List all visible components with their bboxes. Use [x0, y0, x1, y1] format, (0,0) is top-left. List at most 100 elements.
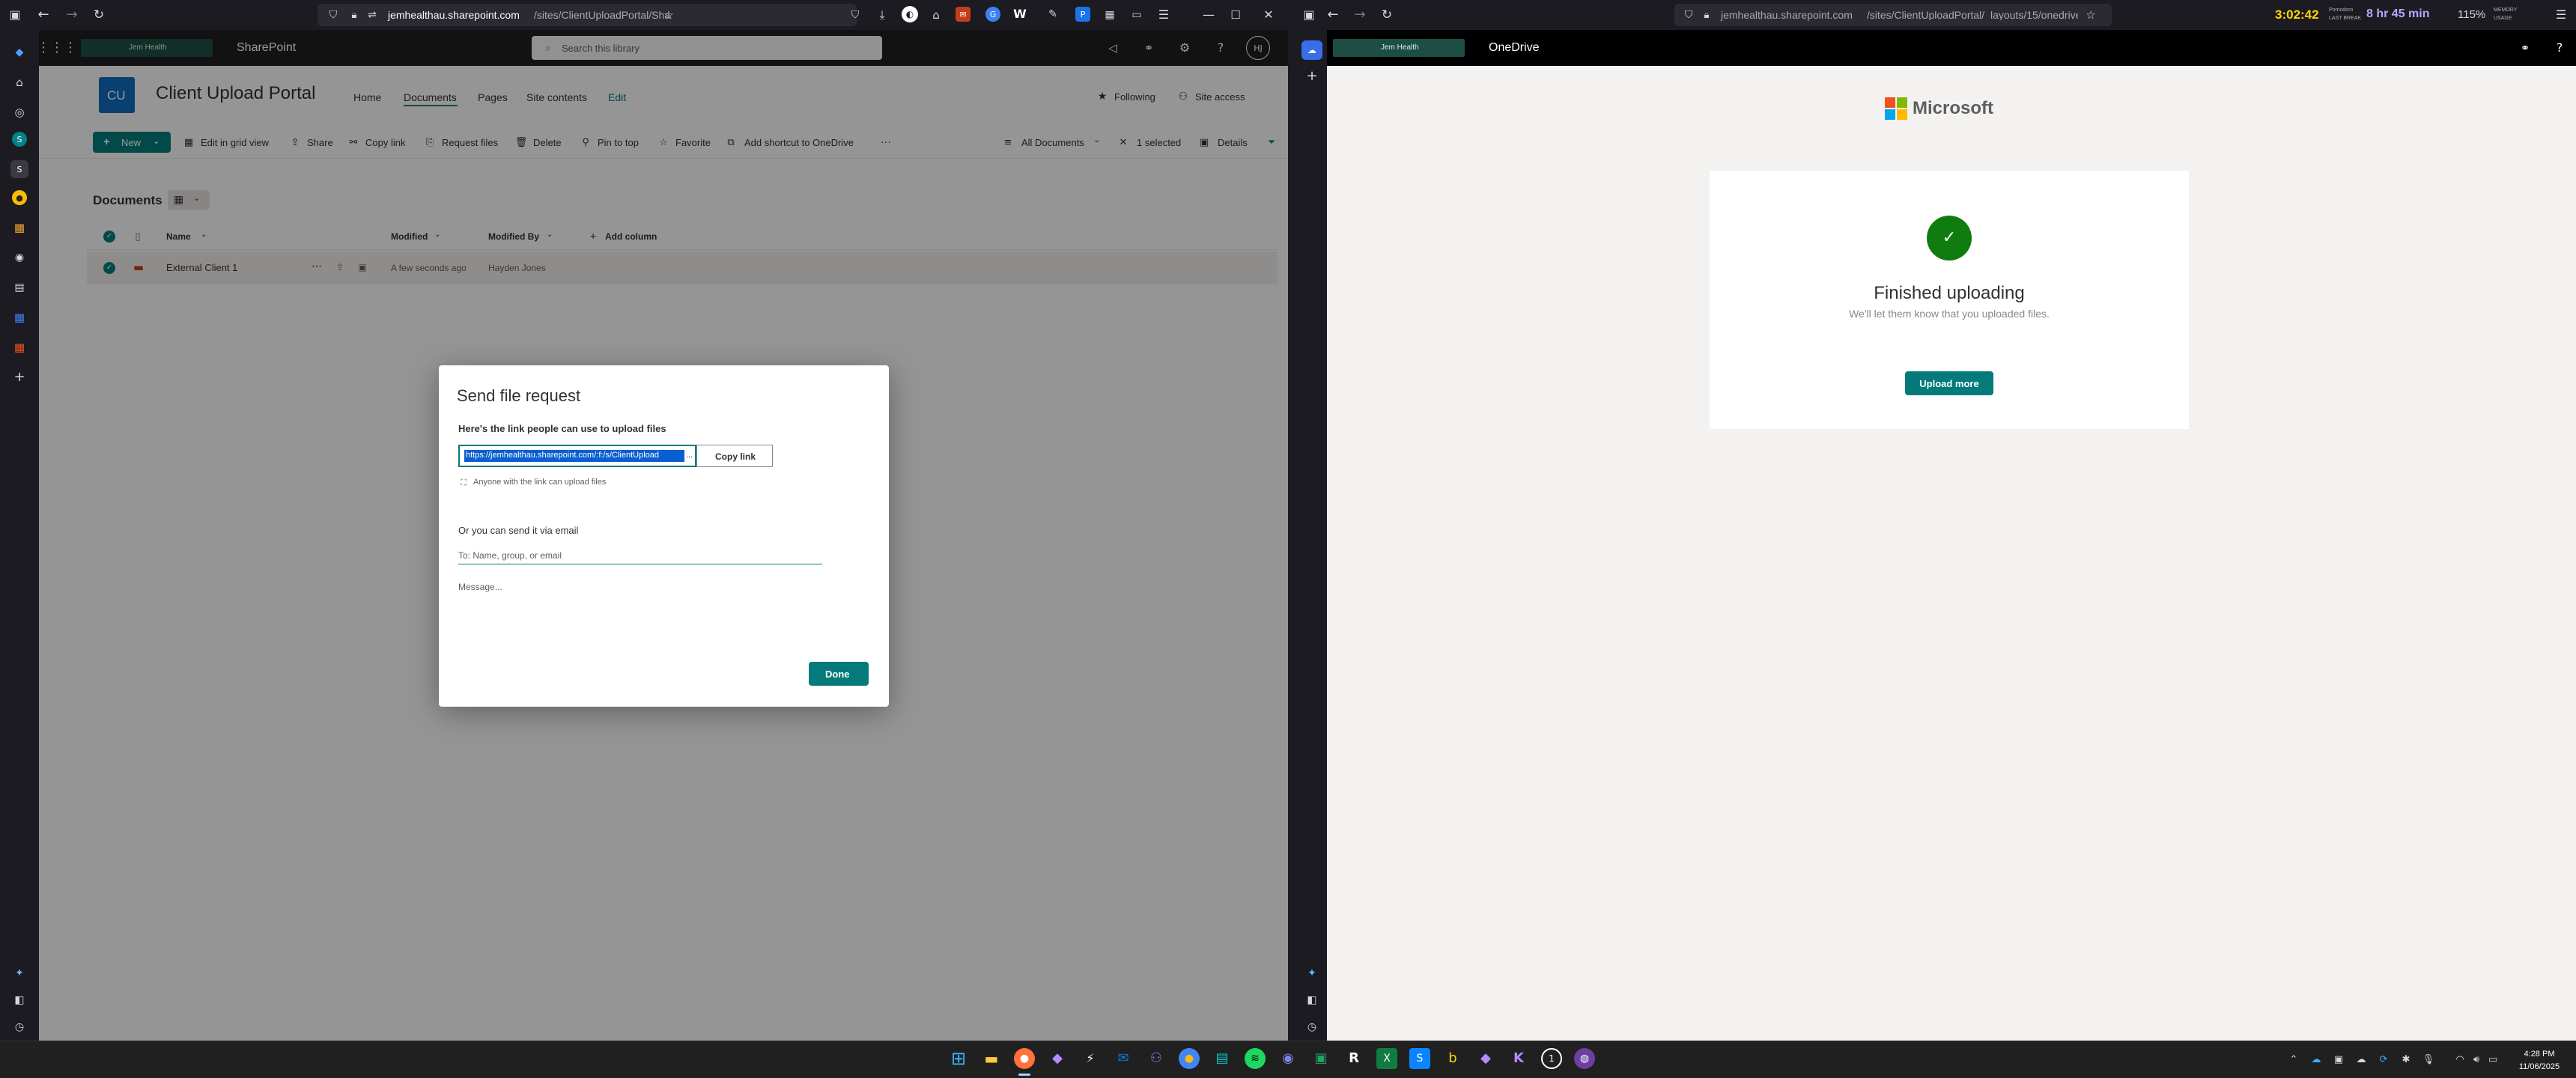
right-back-icon[interactable]: ← [1325, 7, 1340, 22]
maximize-icon[interactable]: ☐ [1228, 7, 1243, 22]
notes-extension-icon[interactable]: ✎ [1045, 7, 1060, 22]
extension-badge-icon[interactable]: ✉ [956, 7, 970, 22]
right-reload-icon[interactable]: ↻ [1379, 7, 1394, 22]
onedrive-help-icon[interactable]: ? [2552, 40, 2567, 55]
right-browser-sidebar: ☁ + ✦ ◧ ◷ ⚙ [1297, 30, 1327, 1059]
messenger-icon[interactable]: ◉ [1278, 1048, 1298, 1069]
right-sidebar-onedrive-icon[interactable]: ☁ [1301, 40, 1322, 60]
right-sidebar-toggle-icon[interactable]: ▣ [1301, 7, 1316, 22]
right-app-menu-icon[interactable]: ☰ [2554, 7, 2569, 22]
address-bar[interactable]: ⛉ 🔒︎ ⇌ jemhealthau.sharepoint.com /sites… [318, 4, 857, 26]
edge-dev-icon[interactable]: ◆ [1047, 1048, 1068, 1069]
link-value: https://jemhealthau.sharepoint.com/:f:/s… [466, 451, 660, 460]
tray-cloud-icon[interactable]: ☁ [2354, 1053, 2368, 1066]
sidebar-microsoft-icon[interactable]: ▦ [12, 340, 27, 355]
chrome-icon[interactable]: ● [1179, 1048, 1200, 1069]
onepassword-icon[interactable]: 1 [1541, 1048, 1562, 1069]
tray-battery-icon[interactable]: ▭ [2486, 1053, 2500, 1066]
upload-more-button[interactable]: Upload more [1905, 371, 1993, 395]
message-field[interactable]: Message... [458, 576, 822, 644]
app-menu-icon[interactable]: ☰ [1156, 7, 1171, 22]
link-field[interactable]: https://jemhealthau.sharepoint.com/:f:/s… [458, 445, 696, 467]
r-app-icon[interactable]: R [1343, 1048, 1364, 1069]
right-sidebar-history-icon[interactable]: ◧ [1304, 993, 1319, 1008]
tray-sync-icon[interactable]: ⟳ [2377, 1053, 2390, 1066]
sidebar-globe-icon[interactable]: ◎ [12, 105, 27, 120]
obs-icon[interactable]: ◍ [1574, 1048, 1595, 1069]
bookmark-star-icon[interactable]: ☆ [662, 8, 675, 22]
firefox-icon[interactable]: ● [1014, 1048, 1035, 1069]
taskbar-time[interactable]: 4:28 PM [2516, 1050, 2563, 1059]
sidebar-toggle-icon[interactable]: ▣ [7, 7, 22, 22]
right-address-bar[interactable]: ⛉ 🔒︎ jemhealthau.sharepoint.com /sites/C… [1674, 4, 2112, 26]
right-sidebar-ai-icon[interactable]: ✦ [1304, 966, 1319, 981]
tray-bluetooth-icon[interactable]: ✱ [2399, 1053, 2413, 1066]
zoom-level[interactable]: 115% [2458, 9, 2485, 20]
onedrive-app-name[interactable]: OneDrive [1489, 42, 1540, 54]
sidebar-sharepoint-icon[interactable]: S [12, 132, 27, 147]
downloads-icon[interactable]: ⤓ [875, 7, 890, 22]
terminal-icon[interactable]: ⚡ [1080, 1048, 1101, 1069]
onedrive-org-logo[interactable]: Jem Health [1333, 39, 1465, 57]
right-forward-icon[interactable]: → [1352, 7, 1367, 22]
copilot-app-icon[interactable]: ◆ [1475, 1048, 1496, 1069]
calendar-icon[interactable]: ▦ [1102, 7, 1117, 22]
sidebar-home-icon[interactable]: ⌂ [12, 75, 27, 90]
misc-label-1: MEMORY [2494, 7, 2518, 13]
window-icon[interactable]: ▭ [1129, 7, 1144, 22]
pocket-icon[interactable]: ⛉ [848, 7, 863, 22]
tray-app-icon[interactable]: ▣ [2332, 1053, 2345, 1066]
sidebar-clock-icon[interactable]: ◷ [12, 1020, 27, 1035]
reload-icon[interactable]: ↻ [91, 7, 106, 22]
teams-icon[interactable]: ⚇ [1146, 1048, 1167, 1069]
tray-mic-icon[interactable]: 🎙︎ [2422, 1053, 2435, 1066]
sidebar-add-icon[interactable]: + [12, 370, 27, 385]
spotify-icon[interactable]: ≋ [1245, 1048, 1266, 1069]
forward-icon[interactable]: → [64, 7, 79, 22]
word-extension-icon[interactable]: W [1012, 7, 1027, 22]
right-browser-toolbar: ▣ ← → ↻ ⛉ 🔒︎ jemhealthau.sharepoint.com … [1297, 0, 2576, 30]
tray-volume-icon[interactable]: 🔊︎ [2470, 1053, 2483, 1066]
start-windows-icon[interactable]: ⊞ [948, 1048, 969, 1069]
sidebar-history-icon[interactable]: ◧ [12, 993, 27, 1008]
home-icon[interactable]: ⌂ [929, 7, 944, 22]
excel-green-icon[interactable]: ▣ [1310, 1048, 1331, 1069]
sidebar-chrome-icon[interactable]: ● [12, 190, 27, 205]
done-label: Done [825, 669, 850, 680]
shield-icon: ⛉ [329, 9, 338, 21]
sidebar-office-icon[interactable]: ▦ [12, 310, 27, 325]
done-button[interactable]: Done [809, 662, 869, 686]
sidebar-ai-icon[interactable]: ✦ [12, 966, 27, 981]
sidebar-drive-icon[interactable]: ◉ [12, 250, 27, 265]
bing-icon[interactable]: b [1442, 1048, 1463, 1069]
extension-icon[interactable]: ◐ [902, 6, 918, 22]
notes-app-icon[interactable]: ▤ [1212, 1048, 1233, 1069]
tray-onedrive-icon[interactable]: ☁ [2309, 1053, 2323, 1066]
excel-icon[interactable]: X [1376, 1048, 1397, 1069]
permission-note[interactable]: Anyone with the link can upload files [473, 478, 606, 487]
tray-chevron-icon[interactable]: ⌃ [2287, 1053, 2300, 1066]
right-sidebar-clock-icon[interactable]: ◷ [1304, 1020, 1319, 1035]
sidebar-list-icon[interactable]: ▤ [12, 280, 27, 295]
outlook-icon[interactable]: ✉ [1113, 1048, 1134, 1069]
file-explorer-icon[interactable]: ▬ [981, 1048, 1002, 1069]
onedrive-network-icon[interactable]: ⚭ [2518, 40, 2533, 55]
snip-icon[interactable]: S [1409, 1048, 1430, 1069]
copilot-sidebar-icon[interactable]: ◆ [12, 45, 27, 60]
teal-extension-icon[interactable]: P [1075, 7, 1090, 22]
ms-logo-red [1885, 97, 1895, 108]
back-icon[interactable]: ← [36, 7, 51, 22]
copy-link-dialog-button[interactable]: Copy link [696, 445, 773, 467]
taskbar-date[interactable]: 11/06/2025 [2513, 1063, 2566, 1071]
minimize-icon[interactable]: — [1201, 7, 1216, 22]
window-divider[interactable] [1288, 0, 1297, 1041]
translate-extension-icon[interactable]: G [985, 7, 1000, 22]
sidebar-apps-icon[interactable]: ▦ [12, 220, 27, 235]
right-bookmark-star-icon[interactable]: ☆ [2083, 7, 2098, 22]
k-app-icon[interactable]: K [1508, 1048, 1529, 1069]
to-field[interactable]: To: Name, group, or email [458, 542, 822, 564]
right-sidebar-add-icon[interactable]: + [1304, 69, 1319, 84]
sidebar-sharepoint2-icon[interactable]: S [10, 160, 28, 178]
tray-wifi-icon[interactable]: ◠ [2453, 1053, 2467, 1066]
close-window-icon[interactable]: ✕ [1261, 7, 1276, 22]
